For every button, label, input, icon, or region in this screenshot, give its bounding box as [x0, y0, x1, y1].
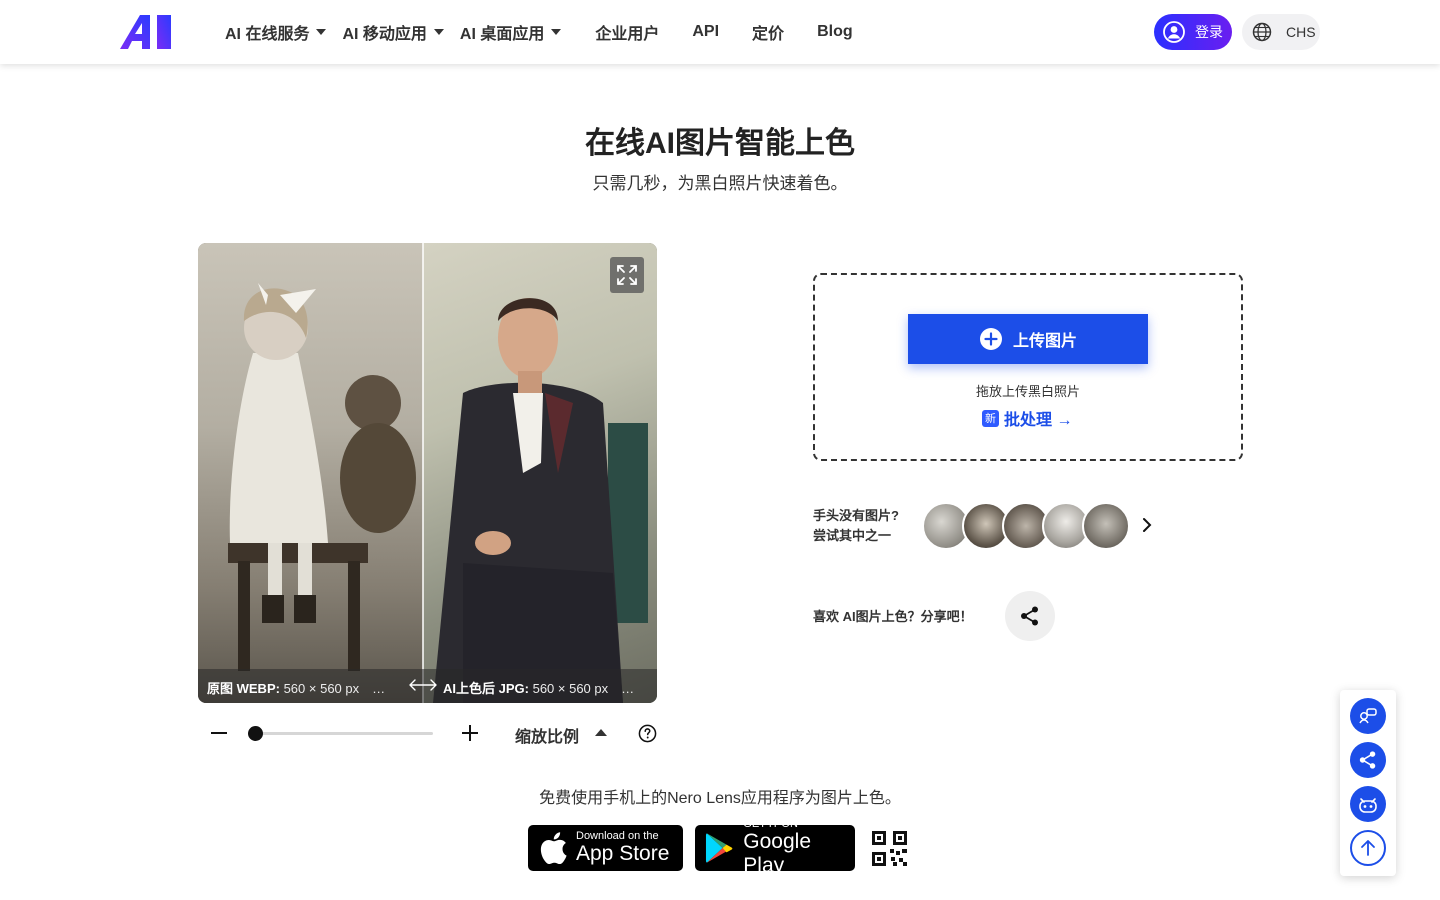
chevron-down-icon: [551, 29, 562, 35]
zoom-in-button[interactable]: [459, 722, 481, 744]
nav-api[interactable]: API: [692, 23, 719, 41]
float-share-button[interactable]: [1350, 742, 1386, 778]
chevron-up-icon[interactable]: [595, 729, 607, 736]
new-badge: 新: [982, 409, 999, 427]
page-title: 在线AI图片智能上色: [585, 127, 855, 160]
nav-label: Blog: [817, 23, 853, 40]
upload-image-button[interactable]: 上传图片: [908, 314, 1148, 364]
ai-assistant-button[interactable]: [1350, 786, 1386, 822]
language-label: CHS: [1286, 24, 1316, 40]
help-icon[interactable]: [638, 724, 657, 743]
zoom-slider-track[interactable]: [250, 732, 433, 735]
top-header: AI 在线服务 AI 移动应用 AI 桌面应用 企业用户 API 定价 Blog: [0, 0, 1440, 64]
original-caption: 原图 WEBP: 560 × 560 px …: [207, 678, 385, 697]
nav-label: AI 桌面应用: [459, 26, 545, 43]
share-icon: [1021, 606, 1038, 626]
before-after-viewer[interactable]: 原图 WEBP: 560 × 560 px … AI上色后 JPG: 560 ×…: [198, 243, 657, 703]
sample-image-list: [922, 502, 1130, 550]
colorized-caption-title: AI上色后 JPG:: [443, 681, 529, 696]
nav-pricing[interactable]: 定价: [752, 20, 784, 44]
upload-button-label: 上传图片: [1012, 333, 1077, 350]
appstore-small-text: Download on the: [576, 829, 659, 842]
user-icon: [1163, 21, 1185, 43]
page-subtitle: 只需几秒，为黑白照片快速着色。: [592, 174, 848, 193]
share-prompt: 喜欢 AI图片上色？分享吧！: [813, 609, 973, 624]
drop-hint-text: 拖放上传黑白照片: [975, 384, 1080, 399]
nav-label: API: [692, 23, 720, 40]
original-caption-value: 560 × 560 px …: [283, 681, 386, 696]
gplay-small-text: GET IT ON: [743, 817, 798, 830]
zoom-ratio-dropdown[interactable]: 缩放比例: [515, 723, 579, 747]
man-in-suit-image: [433, 298, 648, 703]
chevron-down-icon: [316, 29, 327, 35]
arrow-up-icon: [1361, 840, 1375, 856]
gplay-big-text: Google Play: [743, 829, 812, 877]
original-caption-title: 原图 WEBP:: [207, 681, 280, 696]
google-play-icon: [705, 833, 733, 863]
zoom-out-button[interactable]: [208, 722, 230, 744]
nav-enterprise[interactable]: 企业用户: [595, 20, 659, 44]
share-icon: [1359, 751, 1376, 769]
nav-label: AI 在线服务: [225, 26, 310, 43]
main-nav: AI 在线服务 AI 移动应用 AI 桌面应用 企业用户 API 定价 Blog: [225, 0, 886, 64]
language-selector[interactable]: CHS: [1242, 14, 1320, 50]
nav-label: AI 移动应用: [342, 26, 427, 43]
google-play-badge[interactable]: GET IT ON Google Play: [695, 818, 855, 877]
qr-code-icon[interactable]: [872, 831, 907, 866]
compare-divider-handle[interactable]: [422, 243, 424, 703]
feedback-button[interactable]: [1350, 698, 1386, 734]
upload-drop-zone[interactable]: [813, 273, 1243, 461]
left-right-arrow-icon: [409, 679, 437, 691]
nav-ai-desktop-apps[interactable]: AI 桌面应用: [459, 20, 562, 44]
sample-image-5[interactable]: [1082, 502, 1130, 550]
globe-icon: [1252, 22, 1272, 42]
sample-prompt-line2: 尝试其中之一: [813, 528, 892, 543]
colorized-photo: [423, 243, 657, 703]
floating-toolbar: [1340, 690, 1396, 876]
apple-icon: [540, 832, 567, 864]
nav-ai-online-services[interactable]: AI 在线服务: [225, 20, 327, 44]
site-logo[interactable]: [120, 15, 172, 49]
login-button[interactable]: 登录: [1154, 14, 1232, 50]
sample-prompt-line1: 手头没有图片?: [813, 508, 899, 523]
colorized-caption: AI上色后 JPG: 560 × 560 px …: [443, 678, 634, 697]
chat-bubbles-icon: [1359, 708, 1377, 724]
sample-prompt: 手头没有图片? 尝试其中之一: [813, 506, 899, 546]
nav-label: 定价: [752, 26, 785, 43]
nav-ai-mobile-apps[interactable]: AI 移动应用: [342, 20, 444, 44]
batch-label: 批处理 →: [1004, 412, 1073, 429]
image-caption-bar: 原图 WEBP: 560 × 560 px … AI上色后 JPG: 560 ×…: [198, 669, 657, 703]
robot-icon: [1359, 798, 1377, 813]
share-button[interactable]: [1005, 591, 1055, 641]
appstore-big-text: App Store: [576, 841, 670, 865]
app-promo-text: 免费使用手机上的Nero Lens应用程序为图片上色。: [539, 790, 901, 807]
batch-processing-link[interactable]: 新 批处理 →: [982, 406, 1072, 430]
chevron-right-icon[interactable]: [1140, 517, 1154, 533]
chevron-down-icon: [433, 29, 444, 35]
app-store-badge[interactable]: Download on the App Store: [528, 825, 683, 871]
login-label: 登录: [1195, 24, 1223, 40]
colorized-caption-value: 560 × 560 px …: [532, 681, 635, 696]
original-photo: [198, 243, 423, 703]
girl-with-teddy-bear-image: [228, 283, 416, 671]
plus-circle-icon: [979, 328, 1002, 350]
expand-icon: [617, 265, 637, 285]
fullscreen-button[interactable]: [610, 257, 644, 293]
nav-blog[interactable]: Blog: [817, 23, 853, 41]
nav-label: 企业用户: [595, 26, 660, 43]
zoom-slider-thumb[interactable]: [248, 726, 263, 741]
back-to-top-button[interactable]: [1350, 830, 1386, 866]
